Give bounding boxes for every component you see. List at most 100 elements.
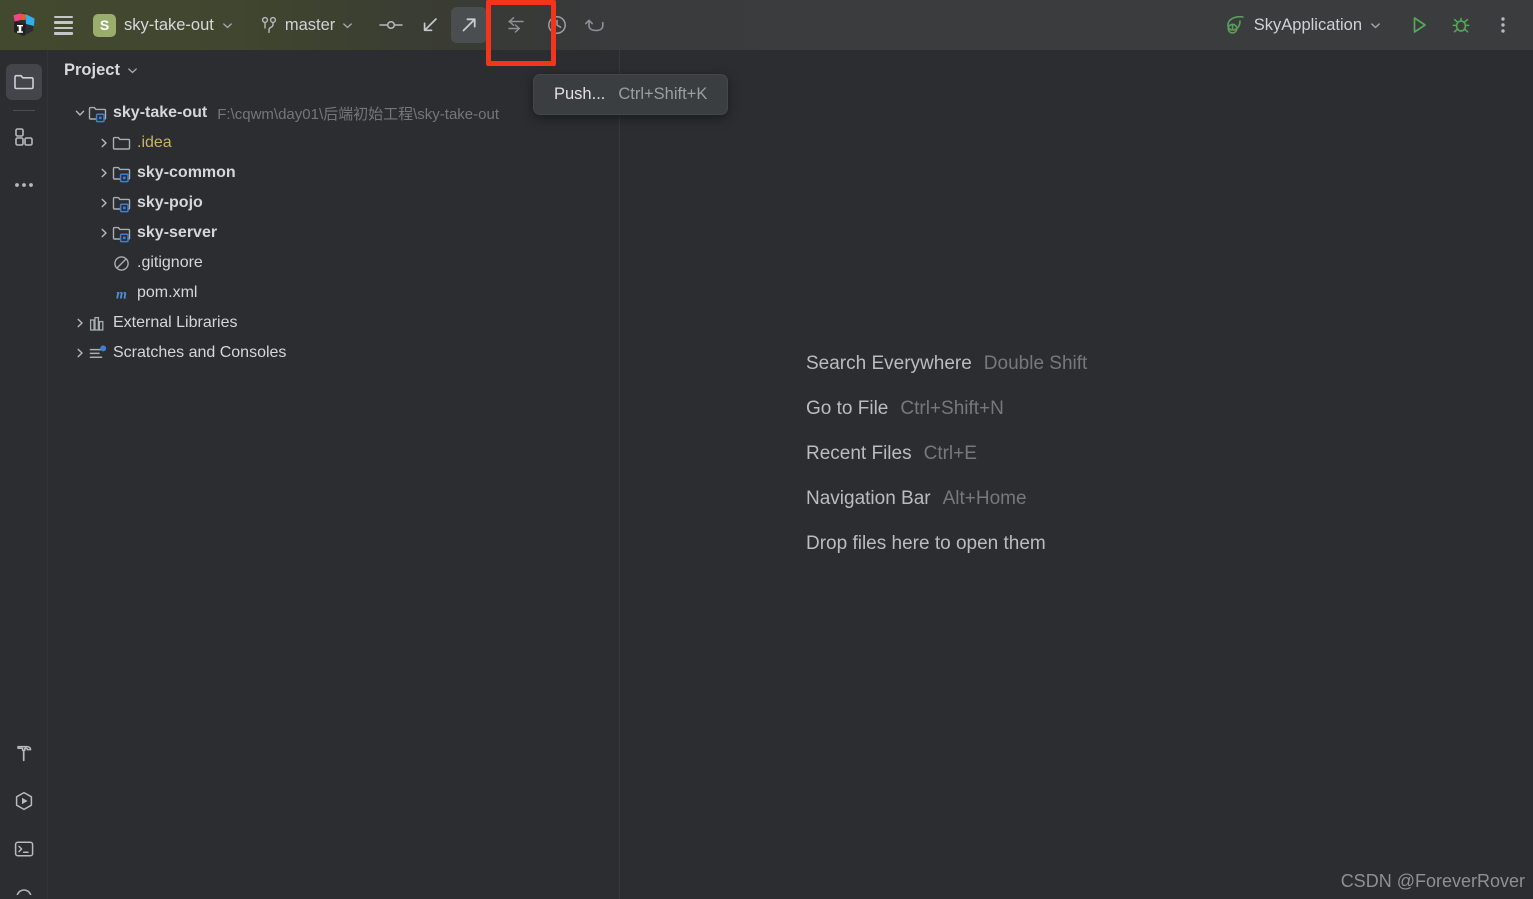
editor-hint-shortcut: Double Shift [983,353,1088,374]
tree-node-label: .gitignore [137,254,203,271]
tree-node-label: External Libraries [113,314,238,331]
toolbar-right-group: SkyApplication [1216,0,1533,50]
menu-line [53,26,73,29]
tree-twisty-collapsed[interactable] [96,225,112,241]
vcs-pull-arrows-button[interactable] [500,7,536,43]
tree-twisty-expanded[interactable] [72,105,88,121]
vcs-update-project-button[interactable] [412,7,448,43]
tree-node-label: .idea [137,134,172,151]
run-configuration-selector[interactable]: SkyApplication [1216,9,1389,41]
tree-row[interactable]: .idea [48,128,620,158]
sidebar-item-project[interactable] [5,64,42,100]
editor-hint-row[interactable]: Search Everywhere Double Shift [806,353,1087,398]
tree-twisty-collapsed[interactable] [96,135,112,151]
editor-hint-shortcut: Ctrl+Shift+N [900,398,1004,419]
tree-node-path: F:\cqwm\day01\后端初始工程\sky-take-out [217,105,499,123]
tree-twisty-collapsed[interactable] [72,315,88,331]
sidebar-item-build[interactable] [6,735,42,771]
sidebar-item-services[interactable] [6,783,42,819]
project-tree: sky-take-out F:\cqwm\day01\后端初始工程\sky-tak… [48,90,620,368]
menu-line [53,32,73,35]
tree-row[interactable]: External Libraries [48,308,620,338]
tree-twisty-collapsed[interactable] [96,165,112,181]
project-selector[interactable]: S sky-take-out [88,9,240,41]
more-options-button[interactable] [1485,7,1521,43]
tree-twisty-none [96,285,112,301]
left-tool-stripe [0,50,48,899]
editor-hint-label: Drop files here to open them [806,533,1046,554]
menu-line [53,15,73,18]
folder-icon [112,134,131,153]
git-branch-selector[interactable]: master [254,9,360,41]
intellij-idea-logo [11,12,37,38]
debug-button[interactable] [1443,7,1479,43]
editor-hint-row[interactable]: Go to File Ctrl+Shift+N [806,398,1087,443]
editor-empty-area: Search Everywhere Double Shift Go to File C… [620,50,1533,899]
project-badge: S [93,13,116,37]
run-configuration-label: SkyApplication [1253,15,1362,34]
stripe-separator [12,110,35,111]
tooltip-shortcut: Ctrl+Shift+K [618,85,708,103]
editor-hint-label: Navigation Bar [806,488,931,509]
tree-twisty-collapsed[interactable] [96,195,112,211]
vcs-history-button[interactable] [539,7,575,43]
editor-hint-shortcut: Ctrl+E [923,443,977,464]
tree-node-label: sky-take-out [113,104,208,121]
editor-hints: Search Everywhere Double Shift Go to File C… [806,353,1087,578]
push-tooltip: Push... Ctrl+Shift+K [533,74,729,115]
stripe-bottom-group [0,729,48,899]
tree-node-label: sky-server [137,224,218,241]
editor-hint-row[interactable]: Recent Files Ctrl+E [806,443,1087,488]
git-branch-label: master [284,15,336,34]
project-name-label: sky-take-out [124,15,214,34]
tooltip-label: Push... [554,85,606,103]
maven-m-icon: m [112,284,131,303]
watermark-label: CSDN @ForeverRover [1340,871,1525,891]
vcs-branch-icon [261,16,278,35]
module-folder-icon [112,194,131,213]
tree-row[interactable]: sky-common [48,158,620,188]
vcs-push-button[interactable] [451,7,488,43]
module-folder-icon [88,104,107,123]
tree-twisty-none [96,255,112,271]
tree-row[interactable]: sky-pojo [48,188,620,218]
editor-hint-row: Drop files here to open them [806,533,1087,578]
tree-row[interactable]: m pom.xml [48,278,620,308]
sidebar-item-partial[interactable] [6,879,42,895]
vcs-commit-button[interactable] [373,7,409,43]
scratches-icon [88,344,107,363]
tree-node-label: Scratches and Consoles [113,344,287,361]
sidebar-item-structure[interactable] [6,119,42,155]
sidebar-item-terminal[interactable] [6,831,42,867]
chevron-down-icon [222,20,233,31]
toolbar-left-group: S sky-take-out master [0,0,614,50]
editor-hint-label: Search Everywhere [806,353,972,374]
panel-title: Project [64,60,120,79]
stripe-top-group [0,50,48,209]
tree-row[interactable]: .gitignore [48,248,620,278]
spring-boot-leaf-icon [1224,15,1246,35]
tree-row[interactable]: Scratches and Consoles [48,338,620,368]
main-toolbar: S sky-take-out master SkyApplication [0,0,1533,50]
editor-hint-label: Go to File [806,398,889,419]
main-menu-button[interactable] [46,8,80,42]
tree-node-label: sky-common [137,164,236,181]
chevron-down-icon [1370,20,1381,31]
menu-line [53,21,73,24]
editor-hint-row[interactable]: Navigation Bar Alt+Home [806,488,1087,533]
project-tool-window: Project sky-take-out F:\cqwm\day01\后端初始工程… [48,50,620,899]
svg-text:m: m [116,287,127,302]
module-folder-icon [112,224,131,243]
vcs-rollback-button[interactable] [578,7,614,43]
chevron-down-icon [342,20,353,31]
intellij-idea-window: S sky-take-out master SkyApplication Pus… [0,0,1533,899]
run-button[interactable] [1401,7,1437,43]
module-folder-icon [112,164,131,183]
libraries-books-icon [88,314,107,333]
tree-node-label: sky-pojo [137,194,203,211]
chevron-down-icon [127,65,138,76]
tree-row[interactable]: sky-server [48,218,620,248]
sidebar-item-more[interactable] [6,167,42,203]
editor-hint-label: Recent Files [806,443,912,464]
tree-twisty-collapsed[interactable] [72,345,88,361]
